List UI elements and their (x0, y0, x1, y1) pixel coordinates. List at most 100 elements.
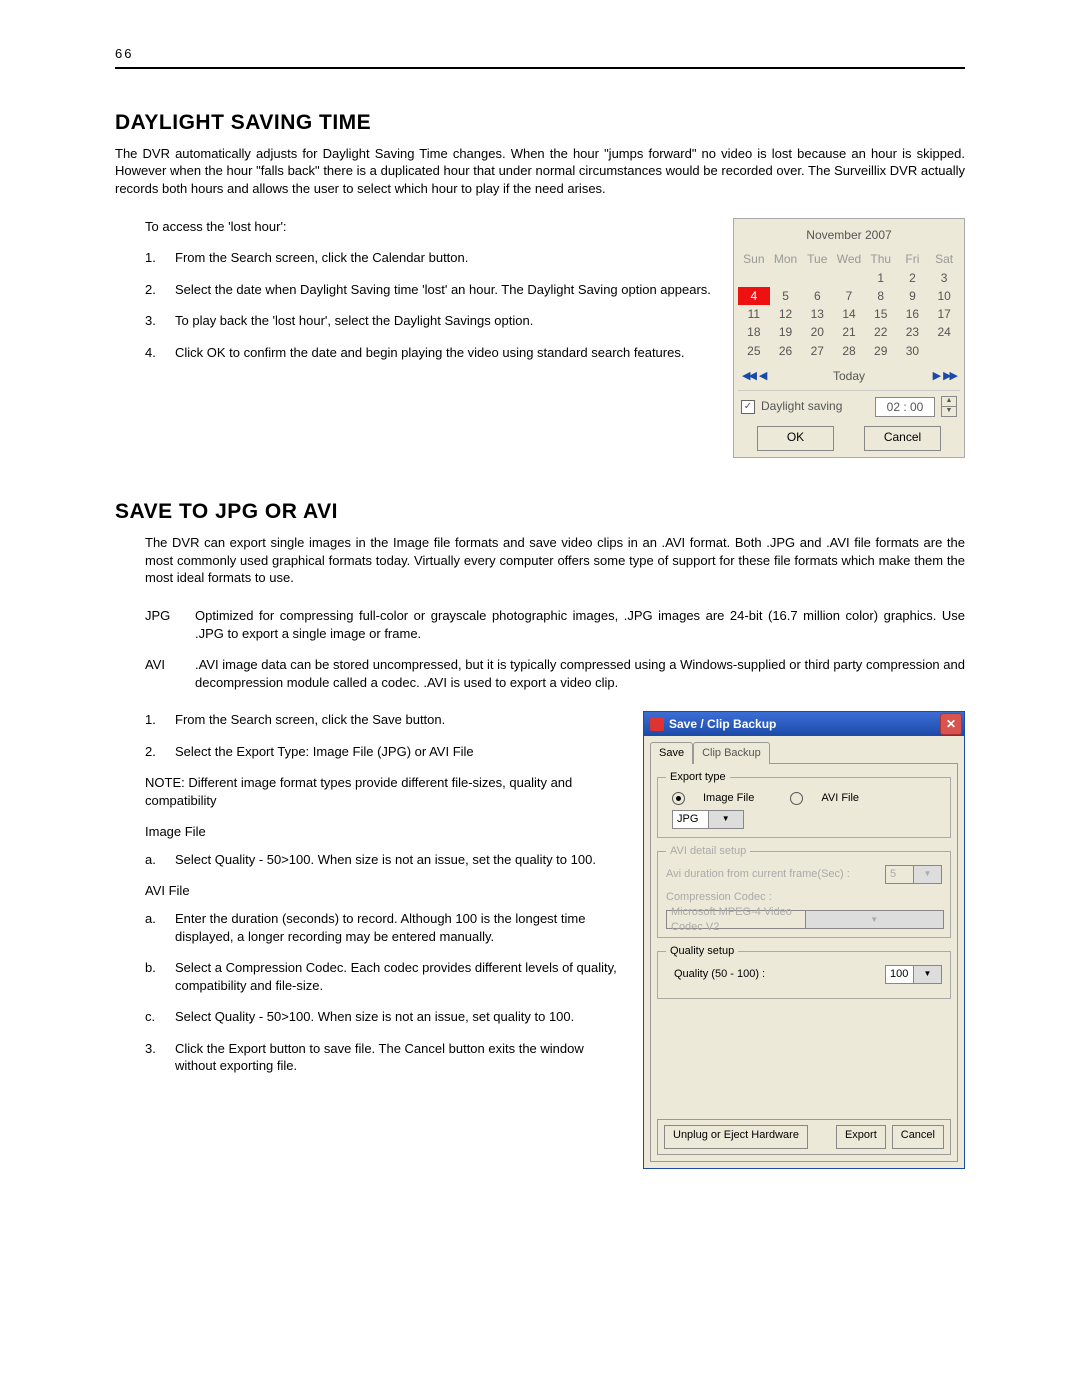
nav-last-icon[interactable]: ▶▶ (943, 369, 956, 384)
calendar-day[interactable]: 18 (738, 323, 770, 341)
calendar-day[interactable]: 4 (738, 287, 770, 305)
list-item: a.Select Quality - 50>100. When size is … (145, 851, 623, 869)
today-button[interactable]: Today (765, 368, 932, 384)
heading-save: SAVE TO JPG OR AVI (115, 498, 965, 526)
calendar-day (770, 269, 802, 287)
save-clip-dialog: Save / Clip Backup ✕ Save Clip Backup Ex… (643, 711, 965, 1169)
dst-steps-column: To access the 'lost hour': 1.From the Se… (115, 218, 713, 376)
calendar-day[interactable]: 26 (770, 342, 802, 360)
codec-select: Microsoft MPEG-4 Video Codec V2 ▼ (666, 910, 944, 929)
calendar-day[interactable]: 16 (897, 305, 929, 323)
calendar-day[interactable]: 6 (801, 287, 833, 305)
calendar-day[interactable]: 5 (770, 287, 802, 305)
chevron-down-icon: ▼ (913, 866, 941, 883)
calendar-day (833, 269, 865, 287)
dialog-title-text: Save / Clip Backup (669, 716, 776, 732)
format-defs: JPGOptimized for compressing full-color … (115, 607, 965, 691)
heading-daylight: DAYLIGHT SAVING TIME (115, 109, 965, 137)
list-item: 2.Select the Export Type: Image File (JP… (145, 743, 623, 761)
dst-intro: The DVR automatically adjusts for Daylig… (115, 145, 965, 198)
daylight-label: Daylight saving (761, 398, 869, 414)
calendar-day[interactable]: 19 (770, 323, 802, 341)
chevron-down-icon: ▼ (805, 911, 944, 928)
calendar-day[interactable]: 13 (801, 305, 833, 323)
calendar-day[interactable]: 21 (833, 323, 865, 341)
calendar-day[interactable]: 11 (738, 305, 770, 323)
list-item: 1.From the Search screen, click the Cale… (145, 249, 713, 267)
dst-lead: To access the 'lost hour': (145, 218, 713, 236)
list-item: 2.Select the date when Daylight Saving t… (145, 281, 713, 299)
export-button[interactable]: Export (836, 1125, 886, 1149)
calendar-day[interactable]: 2 (897, 269, 929, 287)
calendar-days-grid: 1234567891011121314151617181920212223242… (738, 269, 960, 360)
calendar-day (738, 269, 770, 287)
calendar-widget: November 2007 Sun Mon Tue Wed Thu Fri Sa… (733, 218, 965, 459)
calendar-day[interactable]: 17 (928, 305, 960, 323)
list-item: c.Select Quality - 50>100. When size is … (145, 1008, 623, 1026)
calendar-weekday-row: Sun Mon Tue Wed Thu Fri Sat (738, 249, 960, 269)
list-item: a.Enter the duration (seconds) to record… (145, 910, 623, 945)
chevron-down-icon: ▼ (913, 966, 941, 983)
list-item: 1.From the Search screen, click the Save… (145, 711, 623, 729)
save-steps-column: 1.From the Search screen, click the Save… (115, 711, 623, 1089)
list-item: 4.Click OK to confirm the date and begin… (145, 344, 713, 362)
calendar-day[interactable]: 10 (928, 287, 960, 305)
calendar-day[interactable]: 9 (897, 287, 929, 305)
nav-first-icon[interactable]: ◀◀ (742, 369, 755, 384)
daylight-time-field[interactable]: 02 : 00 (875, 397, 935, 417)
calendar-day[interactable]: 30 (897, 342, 929, 360)
calendar-day[interactable]: 15 (865, 305, 897, 323)
dialog-titlebar: Save / Clip Backup ✕ (644, 712, 964, 736)
calendar-nav: ◀◀ ◀ Today ▶ ▶▶ (738, 360, 960, 390)
calendar-day[interactable]: 1 (865, 269, 897, 287)
document-page: 66 DAYLIGHT SAVING TIME The DVR automati… (0, 0, 1080, 1397)
calendar-title: November 2007 (738, 223, 960, 249)
unplug-button[interactable]: Unplug or Eject Hardware (664, 1125, 808, 1149)
calendar-day[interactable]: 7 (833, 287, 865, 305)
calendar-day[interactable]: 23 (897, 323, 929, 341)
avi-file-label: AVI File (145, 882, 623, 900)
radio-avi-file[interactable] (790, 792, 803, 805)
chevron-down-icon: ▼ (708, 811, 744, 828)
page-number: 66 (115, 45, 965, 63)
calendar-day[interactable]: 28 (833, 342, 865, 360)
dst-step-list: 1.From the Search screen, click the Cale… (145, 249, 713, 361)
cancel-button[interactable]: Cancel (864, 426, 941, 451)
list-item: 3.Click the Export button to save file. … (145, 1040, 623, 1075)
tab-clip-backup[interactable]: Clip Backup (693, 742, 770, 764)
image-format-select[interactable]: JPG ▼ (672, 810, 744, 829)
calendar-day[interactable]: 24 (928, 323, 960, 341)
calendar-day[interactable]: 25 (738, 342, 770, 360)
close-icon[interactable]: ✕ (940, 713, 962, 735)
app-icon (650, 717, 664, 731)
note-text: NOTE: Different image format types provi… (145, 774, 623, 809)
avi-detail-group: AVI detail setup Avi duration from curre… (657, 844, 951, 939)
nav-next-icon[interactable]: ▶ (933, 369, 939, 384)
page-rule (115, 67, 965, 69)
quality-group: Quality setup Quality (50 - 100) : 100 ▼ (657, 944, 951, 999)
time-spinner[interactable]: ▲▼ (941, 396, 957, 417)
avi-duration-select: 5 ▼ (885, 865, 942, 884)
list-item: 3.To play back the 'lost hour', select t… (145, 312, 713, 330)
calendar-day[interactable]: 20 (801, 323, 833, 341)
ok-button[interactable]: OK (757, 426, 834, 451)
export-type-group: Export type Image File AVI File JPG ▼ (657, 770, 951, 838)
calendar-day[interactable]: 12 (770, 305, 802, 323)
dialog-footer: Unplug or Eject Hardware Export Cancel (657, 1119, 951, 1155)
calendar-day[interactable]: 22 (865, 323, 897, 341)
radio-image-file[interactable] (672, 792, 685, 805)
tab-save[interactable]: Save (650, 742, 693, 764)
image-file-label: Image File (145, 823, 623, 841)
calendar-day (801, 269, 833, 287)
calendar-day[interactable]: 3 (928, 269, 960, 287)
save-intro: The DVR can export single images in the … (115, 534, 965, 587)
dialog-cancel-button[interactable]: Cancel (892, 1125, 944, 1149)
calendar-day[interactable]: 14 (833, 305, 865, 323)
quality-select[interactable]: 100 ▼ (885, 965, 942, 984)
calendar-day (928, 342, 960, 360)
list-item: b.Select a Compression Codec. Each codec… (145, 959, 623, 994)
calendar-day[interactable]: 29 (865, 342, 897, 360)
daylight-checkbox[interactable]: ✓ (741, 400, 755, 414)
calendar-day[interactable]: 8 (865, 287, 897, 305)
calendar-day[interactable]: 27 (801, 342, 833, 360)
